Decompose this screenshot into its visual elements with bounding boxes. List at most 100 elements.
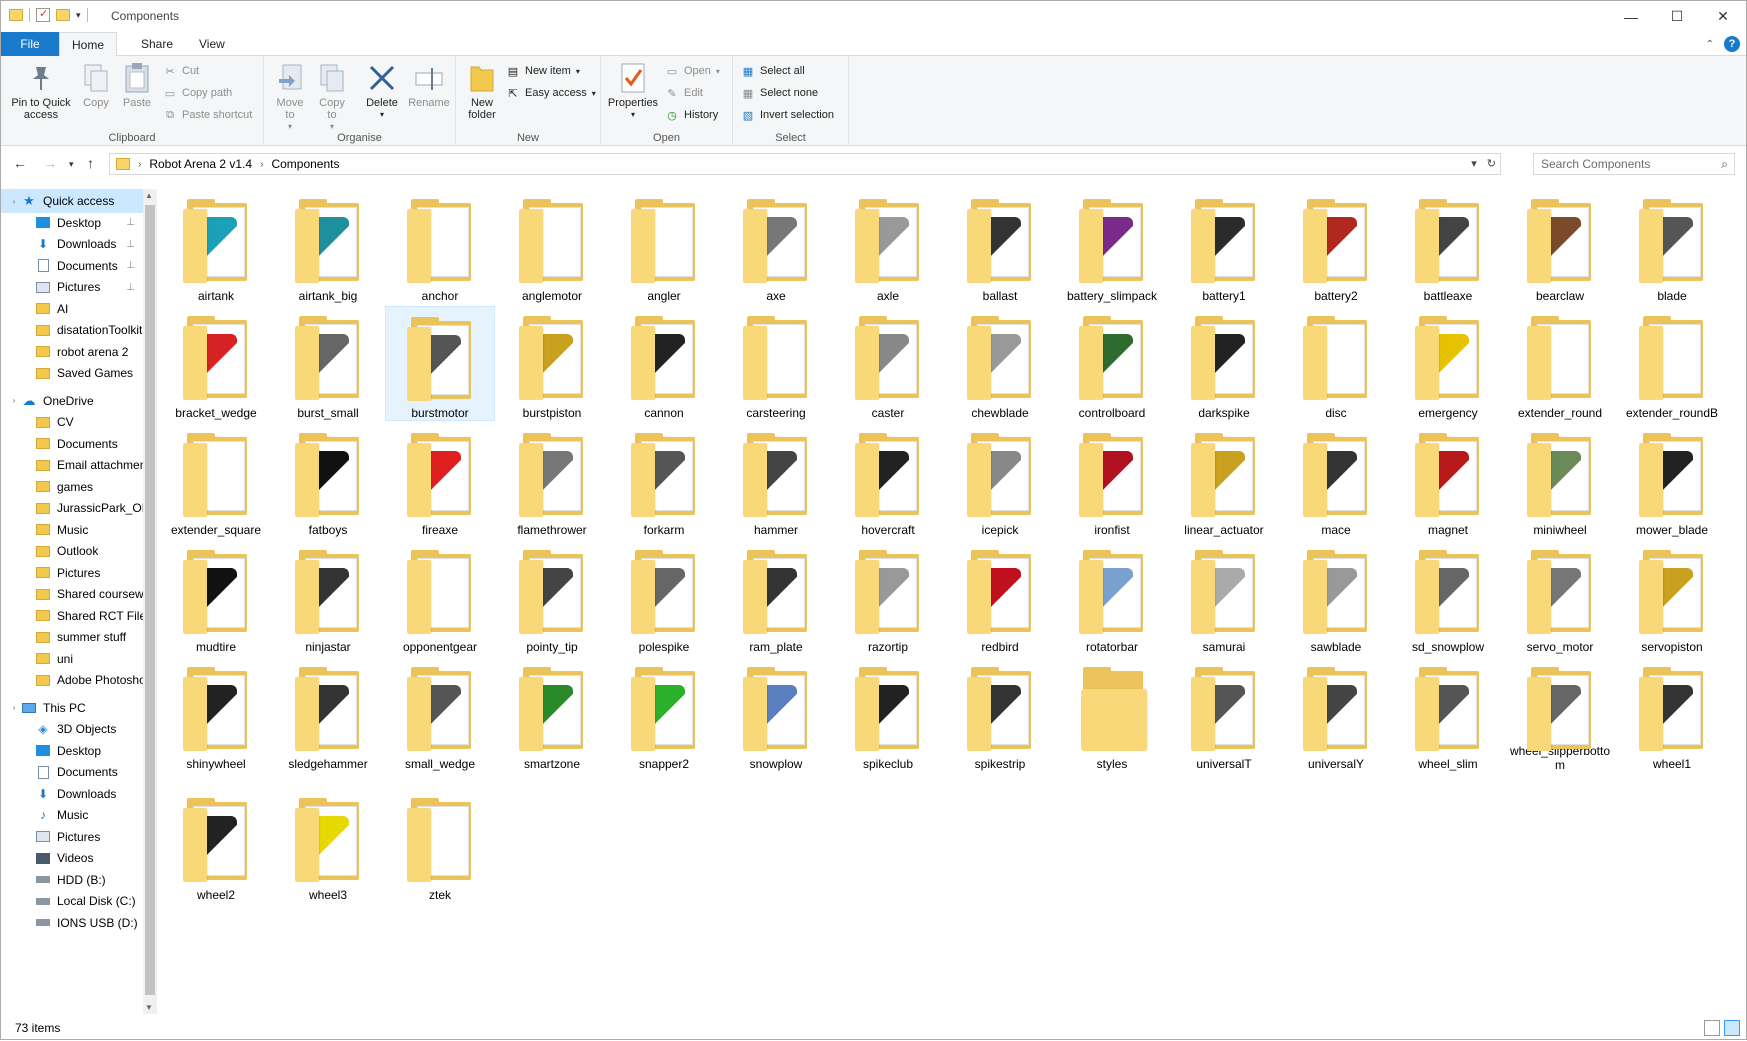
- tab-share[interactable]: Share: [129, 32, 185, 56]
- sidebar-item[interactable]: Pictures: [1, 825, 143, 849]
- folder-item[interactable]: flamethrower: [497, 423, 607, 538]
- expand-chevron-icon[interactable]: ›: [7, 396, 21, 405]
- folder-item[interactable]: battery1: [1169, 189, 1279, 304]
- up-arrow-icon[interactable]: ↑: [87, 155, 94, 171]
- sidebar-item[interactable]: Desktop ⊥: [1, 211, 143, 235]
- sidebar-item[interactable]: Saved Games: [1, 361, 143, 385]
- sidebar-item[interactable]: robot arena 2: [1, 340, 143, 364]
- folder-item[interactable]: sd_snowplow: [1393, 540, 1503, 655]
- folder-item[interactable]: ironfist: [1057, 423, 1167, 538]
- folder-item[interactable]: fatboys: [273, 423, 383, 538]
- copy-path-button[interactable]: ▭ Copy path: [163, 84, 232, 102]
- folder-item[interactable]: hammer: [721, 423, 831, 538]
- folder-item[interactable]: caster: [833, 306, 943, 421]
- breadcrumb-item[interactable]: Robot Arena 2 v1.4: [149, 157, 252, 171]
- folder-item[interactable]: universalT: [1169, 657, 1279, 772]
- cut-button[interactable]: ✂ Cut: [163, 62, 199, 80]
- folder-item[interactable]: forkarm: [609, 423, 719, 538]
- breadcrumb-item[interactable]: Components: [271, 157, 339, 171]
- sidebar-item[interactable]: disatationToolkit: [1, 318, 143, 342]
- folder-item[interactable]: battery2: [1281, 189, 1391, 304]
- new-item-button[interactable]: ▤ New item ▾: [506, 62, 580, 80]
- expand-chevron-icon[interactable]: ›: [7, 703, 21, 712]
- rename-button[interactable]: Rename: [406, 62, 452, 109]
- folder-item[interactable]: chewblade: [945, 306, 1055, 421]
- folder-item[interactable]: carsteering: [721, 306, 831, 421]
- sidebar-item-onedrive[interactable]: › ☁ OneDrive: [1, 389, 143, 413]
- collapse-ribbon-icon[interactable]: ⌃: [1706, 39, 1714, 50]
- properties-icon[interactable]: [36, 7, 50, 22]
- folder-item[interactable]: angler: [609, 189, 719, 304]
- sidebar-item[interactable]: summer stuff: [1, 625, 143, 649]
- properties-button[interactable]: Properties ▾: [605, 62, 661, 121]
- folder-item[interactable]: polespike: [609, 540, 719, 655]
- folder-item[interactable]: servopiston: [1617, 540, 1727, 655]
- sidebar-item[interactable]: Email attachments: [1, 453, 143, 477]
- folder-item[interactable]: spikestrip: [945, 657, 1055, 772]
- folder-item[interactable]: servo_motor: [1505, 540, 1615, 655]
- folder-item[interactable]: blade: [1617, 189, 1727, 304]
- folder-item[interactable]: hovercraft: [833, 423, 943, 538]
- sidebar-item[interactable]: ♪ Music: [1, 803, 143, 827]
- folder-item[interactable]: sledgehammer: [273, 657, 383, 772]
- close-button[interactable]: ✕: [1700, 1, 1746, 32]
- edit-button[interactable]: ✎ Edit: [665, 84, 703, 102]
- folder-item[interactable]: burst_small: [273, 306, 383, 421]
- sidebar-item[interactable]: CV: [1, 410, 143, 434]
- move-to-button[interactable]: Move to ▾: [272, 62, 308, 133]
- folder-item[interactable]: opponentgear: [385, 540, 495, 655]
- folder-item[interactable]: shinywheel: [161, 657, 271, 772]
- folder-item[interactable]: controlboard: [1057, 306, 1167, 421]
- folder-item[interactable]: anglemotor: [497, 189, 607, 304]
- sidebar-item[interactable]: Videos: [1, 846, 143, 870]
- folder-item[interactable]: airtank_big: [273, 189, 383, 304]
- sidebar-item[interactable]: Music: [1, 518, 143, 542]
- select-all-button[interactable]: ▦ Select all: [741, 62, 805, 80]
- recent-locations-chevron-icon[interactable]: ▾: [69, 159, 74, 170]
- folder-item[interactable]: magnet: [1393, 423, 1503, 538]
- folder-item[interactable]: wheel1: [1617, 657, 1727, 772]
- folder-item[interactable]: anchor: [385, 189, 495, 304]
- sidebar-item[interactable]: Pictures ⊥: [1, 275, 143, 299]
- new-folder-button[interactable]: New folder: [462, 62, 502, 121]
- folder-item[interactable]: mower_blade: [1617, 423, 1727, 538]
- paste-shortcut-button[interactable]: ⧉ Paste shortcut: [163, 106, 252, 124]
- folder-item[interactable]: wheel3: [273, 788, 383, 903]
- sidebar-item-quick-access[interactable]: › ★ Quick access: [1, 189, 143, 213]
- folder-item[interactable]: redbird: [945, 540, 1055, 655]
- open-button[interactable]: ▭ Open ▾: [665, 62, 720, 80]
- details-view-icon[interactable]: [1704, 1020, 1720, 1036]
- sidebar-item[interactable]: Desktop: [1, 739, 143, 763]
- folder-item[interactable]: ninjastar: [273, 540, 383, 655]
- sidebar-item[interactable]: ⬇ Downloads: [1, 782, 143, 806]
- scrollbar-thumb[interactable]: [145, 205, 155, 995]
- scroll-up-icon[interactable]: ▲: [145, 191, 153, 200]
- minimize-button[interactable]: —: [1608, 1, 1654, 32]
- sidebar-item-this-pc[interactable]: › This PC: [1, 696, 143, 720]
- sidebar-item[interactable]: IONS USB (D:): [1, 911, 143, 935]
- folder-item[interactable]: airtank: [161, 189, 271, 304]
- help-icon[interactable]: ?: [1724, 36, 1740, 52]
- breadcrumb-separator-icon[interactable]: ›: [260, 159, 263, 170]
- copy-to-button[interactable]: Copy to ▾: [314, 62, 350, 133]
- folder-item[interactable]: burstmotor: [385, 306, 495, 421]
- folder-item[interactable]: axle: [833, 189, 943, 304]
- folder-item[interactable]: ballast: [945, 189, 1055, 304]
- sidebar-item[interactable]: games: [1, 475, 143, 499]
- sidebar-item[interactable]: Shared coursework: [1, 582, 143, 606]
- folder-item[interactable]: extender_square: [161, 423, 271, 538]
- sidebar-item[interactable]: ⬇ Downloads ⊥: [1, 232, 143, 256]
- folder-item[interactable]: disc: [1281, 306, 1391, 421]
- paste-button[interactable]: Paste: [119, 62, 155, 109]
- folder-item[interactable]: axe: [721, 189, 831, 304]
- sidebar-item[interactable]: uni: [1, 647, 143, 671]
- large-icons-view-icon[interactable]: [1724, 1020, 1740, 1036]
- address-dropdown-icon[interactable]: ▾: [1471, 157, 1477, 170]
- customize-toolbar-button[interactable]: ▾: [76, 10, 81, 21]
- folder-item[interactable]: mudtire: [161, 540, 271, 655]
- scroll-down-icon[interactable]: ▼: [145, 1003, 153, 1012]
- invert-selection-button[interactable]: ▧ Invert selection: [741, 106, 834, 124]
- folder-item[interactable]: burstpiston: [497, 306, 607, 421]
- tab-file[interactable]: File: [1, 32, 59, 56]
- folder-item[interactable]: smartzone: [497, 657, 607, 772]
